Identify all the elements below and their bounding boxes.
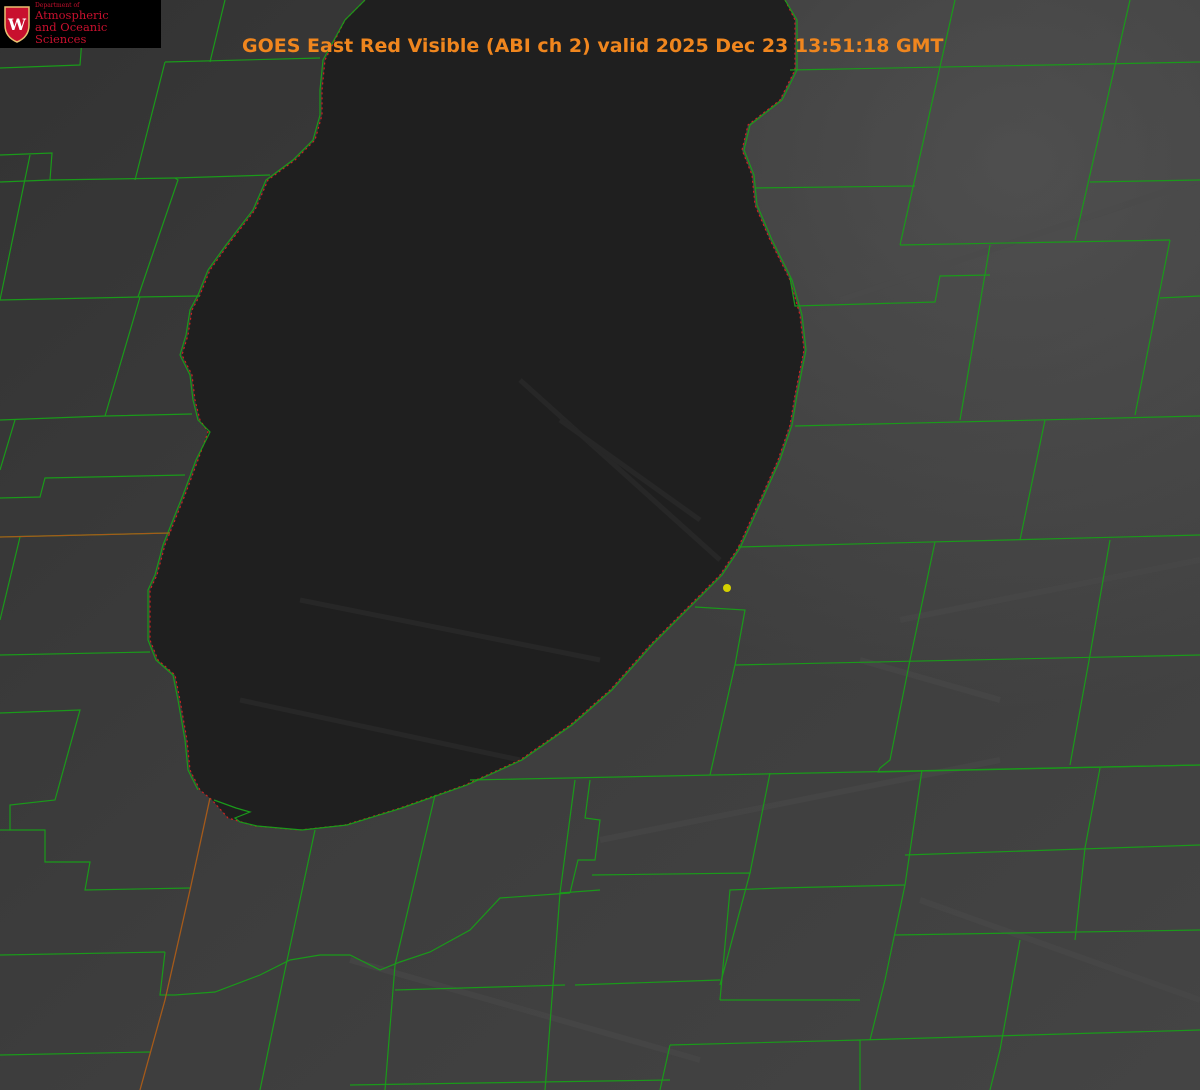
image-title: GOES East Red Visible (ABI ch 2) valid 2… <box>242 35 944 57</box>
uw-crest-icon: W <box>4 6 30 43</box>
logo-line-2: and Oceanic Sciences <box>35 20 108 47</box>
satellite-map <box>0 0 1200 1090</box>
location-marker <box>723 584 731 592</box>
uw-aos-logo: W Department of Atmospheric and Oceanic … <box>0 0 161 48</box>
satellite-image: W Department of Atmospheric and Oceanic … <box>0 0 1200 1090</box>
crest-letter: W <box>7 15 27 34</box>
logo-text: Department of Atmospheric and Oceanic Sc… <box>35 2 161 47</box>
